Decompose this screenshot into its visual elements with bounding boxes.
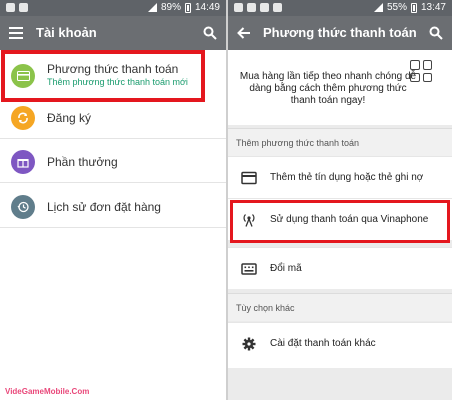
notification-icon	[19, 3, 28, 12]
app-bar: Phương thức thanh toán	[228, 16, 452, 50]
option-other-payment-settings[interactable]: Cài đặt thanh toán khác	[228, 322, 452, 368]
section-title: Tùy chọn khác	[236, 303, 295, 313]
menu-item-subscriptions[interactable]: Đăng ký	[0, 100, 226, 137]
battery-percent: 89%	[160, 2, 181, 13]
battery-icon	[184, 2, 191, 13]
gift-icon	[11, 150, 35, 174]
promo-message: Mua hàng lần tiếp theo nhanh chóng dễ dà…	[239, 71, 417, 106]
divider	[0, 227, 226, 228]
option-redeem-code[interactable]: Đổi mã	[228, 247, 452, 289]
notification-icon	[234, 3, 243, 12]
clock: 14:49	[194, 2, 220, 13]
keyboard-icon	[241, 263, 257, 275]
signal-icon	[147, 3, 157, 12]
menu-icon[interactable]	[6, 23, 26, 43]
search-icon[interactable]	[426, 23, 446, 43]
section-header-other: Tùy chọn khác	[228, 293, 452, 321]
status-bar: 55% 13:47	[228, 0, 452, 16]
highlight-box	[230, 200, 450, 243]
gear-icon	[242, 337, 256, 351]
account-screen: 89% 14:49 Tài khoản Phương thức thanh to…	[0, 0, 226, 400]
menu-item-rewards[interactable]: Phần thưởng	[0, 144, 226, 181]
watermark: VideGameMobile.Com	[5, 387, 90, 396]
menu-item-label: Đăng ký	[47, 111, 92, 125]
section-title: Thêm phương thức thanh toán	[236, 138, 360, 148]
payment-methods-screen: 55% 13:47 Phương thức thanh toán Mua hàn…	[228, 0, 452, 400]
highlight-box	[1, 50, 205, 102]
search-icon[interactable]	[200, 23, 220, 43]
notification-icon	[247, 3, 256, 12]
history-icon	[11, 195, 35, 219]
app-bar: Tài khoản	[0, 16, 226, 50]
notification-icon	[260, 3, 269, 12]
page-title: Tài khoản	[36, 25, 97, 40]
page-title: Phương thức thanh toán	[263, 25, 417, 40]
divider	[0, 182, 226, 183]
signal-icon	[373, 3, 383, 12]
credit-card-icon	[241, 171, 257, 185]
status-bar: 89% 14:49	[0, 0, 226, 16]
menu-item-label: Phần thưởng	[47, 155, 118, 169]
option-label: Thêm thẻ tín dụng hoặc thẻ ghi nợ	[270, 172, 424, 183]
option-add-card[interactable]: Thêm thẻ tín dụng hoặc thẻ ghi nợ	[228, 156, 452, 198]
battery-icon	[410, 2, 417, 13]
notification-icon	[6, 3, 15, 12]
option-label: Cài đặt thanh toán khác	[270, 338, 376, 349]
apps-grid-icon[interactable]	[408, 58, 434, 84]
battery-percent: 55%	[386, 2, 407, 13]
notification-icon	[273, 3, 282, 12]
menu-item-order-history[interactable]: Lịch sử đơn đặt hàng	[0, 189, 226, 226]
menu-item-label: Lịch sử đơn đặt hàng	[47, 200, 161, 214]
promo-banner: Mua hàng lần tiếp theo nhanh chóng dễ dà…	[228, 50, 452, 125]
section-header-add: Thêm phương thức thanh toán	[228, 128, 452, 156]
clock: 13:47	[420, 2, 446, 13]
option-label: Đổi mã	[270, 263, 302, 274]
divider	[0, 138, 226, 139]
back-arrow-icon[interactable]	[234, 23, 254, 43]
refresh-icon	[11, 106, 35, 130]
